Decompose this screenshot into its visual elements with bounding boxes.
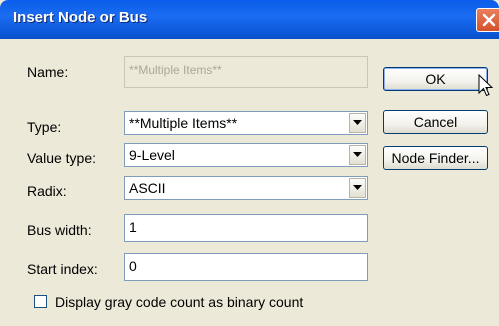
node-finder-button[interactable]: Node Finder... [383, 146, 488, 170]
start-index-label: Start index: [27, 261, 98, 277]
name-label: Name: [27, 64, 69, 80]
value-type-value: 9-Level [129, 147, 175, 163]
gray-code-label[interactable]: Display gray code count as binary count [55, 294, 303, 310]
bus-width-label: Bus width: [27, 222, 92, 238]
type-combobox[interactable]: **Multiple Items** [124, 111, 368, 135]
name-field: **Multiple Items** [124, 56, 368, 88]
window-title: Insert Node or Bus [13, 9, 148, 26]
radix-dropdown-arrow[interactable] [349, 178, 366, 198]
value-type-label: Value type: [27, 150, 97, 166]
chevron-down-icon [353, 152, 362, 157]
radix-label: Radix: [27, 183, 67, 199]
cancel-button[interactable]: Cancel [383, 110, 488, 134]
start-index-field[interactable]: 0 [124, 253, 368, 281]
radix-value: ASCII [129, 180, 166, 196]
close-icon [482, 13, 496, 27]
type-value: **Multiple Items** [129, 115, 238, 131]
radix-combobox[interactable]: ASCII [124, 176, 368, 200]
gray-code-checkbox[interactable] [34, 295, 47, 308]
title-bar[interactable]: Insert Node or Bus [0, 0, 499, 39]
chevron-down-icon [353, 185, 362, 190]
chevron-down-icon [353, 120, 362, 125]
ok-button[interactable]: OK [383, 67, 488, 91]
type-label: Type: [27, 119, 62, 135]
bus-width-field[interactable]: 1 [124, 214, 368, 242]
type-dropdown-arrow[interactable] [349, 113, 366, 133]
close-button[interactable] [476, 8, 499, 32]
value-type-combobox[interactable]: 9-Level [124, 143, 368, 167]
mouse-cursor-icon [478, 74, 494, 97]
value-type-dropdown-arrow[interactable] [349, 145, 366, 165]
